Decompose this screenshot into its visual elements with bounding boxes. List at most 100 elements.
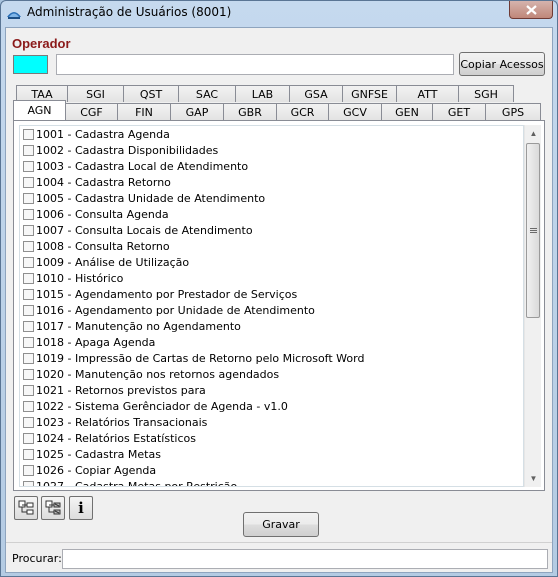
expand-tree-button[interactable] [14,496,38,520]
list-item[interactable]: 1022 - Sistema Gerênciador de Agenda - v… [20,398,523,414]
permission-label: 1004 - Cadastra Retorno [36,175,171,189]
tab-agn[interactable]: AGN [13,100,66,120]
tab-panel: 1001 - Cadastra Agenda 1002 - Cadastra Di… [13,120,545,491]
permission-checkbox[interactable] [23,256,34,268]
app-icon [6,5,22,21]
permission-checkbox[interactable] [23,448,34,460]
tab-gps[interactable]: GPS [485,103,541,120]
permission-checkbox[interactable] [23,416,34,428]
permission-checkbox[interactable] [23,288,34,300]
permission-label: 1009 - Análise de Utilização [36,255,190,269]
tab-fin[interactable]: FIN [117,103,171,120]
close-button[interactable] [509,1,553,19]
list-item[interactable]: 1009 - Análise de Utilização [20,254,523,270]
tab-att[interactable]: ATT [396,85,459,102]
tab-sgi[interactable]: SGI [67,85,124,102]
vertical-scrollbar[interactable]: ▲ ▼ [524,125,541,487]
permission-checkbox[interactable] [23,304,34,316]
tab-gbr[interactable]: GBR [223,103,277,120]
scroll-up-icon[interactable]: ▲ [525,125,542,142]
permission-label: 1015 - Agendamento por Prestador de Serv… [36,287,298,301]
list-item[interactable]: 1024 - Relatórios Estatísticos [20,430,523,446]
list-item[interactable]: 1023 - Relatórios Transacionais [20,414,523,430]
permission-label: 1007 - Consulta Locais de Atendimento [36,223,253,237]
expand-tree-icon [18,500,34,515]
operator-input[interactable] [56,54,454,75]
permission-checkbox[interactable] [23,240,34,252]
permission-label: 1001 - Cadastra Agenda [36,127,170,141]
list-item[interactable]: 1004 - Cadastra Retorno [20,174,523,190]
permission-label: 1016 - Agendamento por Unidade de Atendi… [36,303,315,317]
permission-checkbox[interactable] [23,464,34,476]
permission-label: 1017 - Manutenção no Agendamento [36,319,241,333]
list-item[interactable]: 1016 - Agendamento por Unidade de Atendi… [20,302,523,318]
permission-checkbox[interactable] [23,368,34,380]
scroll-thumb[interactable] [526,143,540,318]
tab-sac[interactable]: SAC [178,85,236,102]
permissions-list[interactable]: 1001 - Cadastra Agenda 1002 - Cadastra Di… [19,125,524,487]
permission-checkbox[interactable] [23,352,34,364]
permission-checkbox[interactable] [23,400,34,412]
info-button[interactable]: i [69,496,93,520]
permission-checkbox[interactable] [23,384,34,396]
permission-label: 1019 - Impressão de Cartas de Retorno pe… [36,351,365,365]
list-item[interactable]: 1018 - Apaga Agenda [20,334,523,350]
window-title: Administração de Usuários (8001) [27,5,232,19]
tab-gap[interactable]: GAP [170,103,224,120]
title-bar[interactable]: Administração de Usuários (8001) [1,1,557,25]
permission-label: 1005 - Cadastra Unidade de Atendimento [36,191,266,205]
copy-access-button[interactable]: Copiar Acessos [459,52,545,76]
list-item[interactable]: 1001 - Cadastra Agenda [20,126,523,142]
collapse-tree-icon [45,500,61,515]
list-item[interactable]: 1006 - Consulta Agenda [20,206,523,222]
list-item[interactable]: 1002 - Cadastra Disponibilidades [20,142,523,158]
permission-label: 1008 - Consulta Retorno [36,239,170,253]
list-item[interactable]: 1017 - Manutenção no Agendamento [20,318,523,334]
permission-label: 1026 - Copiar Agenda [36,463,157,477]
list-item[interactable]: 1015 - Agendamento por Prestador de Serv… [20,286,523,302]
permission-checkbox[interactable] [23,128,34,140]
close-icon [526,5,537,15]
tab-qst[interactable]: QST [123,85,179,102]
permission-checkbox[interactable] [23,192,34,204]
permission-label: 1010 - Histórico [36,271,124,285]
collapse-tree-button[interactable] [41,496,65,520]
permission-checkbox[interactable] [23,336,34,348]
permission-checkbox[interactable] [23,480,34,486]
list-item[interactable]: 1010 - Histórico [20,270,523,286]
list-item[interactable]: 1005 - Cadastra Unidade de Atendimento [20,190,523,206]
grip-icon [530,228,537,233]
permission-checkbox[interactable] [23,208,34,220]
tab-gnfse[interactable]: GNFSE [342,85,397,102]
permission-checkbox[interactable] [23,176,34,188]
list-item[interactable]: 1008 - Consulta Retorno [20,238,523,254]
permission-checkbox[interactable] [23,224,34,236]
tab-cgf[interactable]: CGF [65,103,118,120]
permission-checkbox[interactable] [23,160,34,172]
app-window: Administração de Usuários (8001) Operado… [0,0,558,577]
permission-checkbox[interactable] [23,432,34,444]
tab-gcv[interactable]: GCV [328,103,382,120]
list-item[interactable]: 1003 - Cadastra Local de Atendimento [20,158,523,174]
permission-label: 1023 - Relatórios Transacionais [36,415,208,429]
tab-gsa[interactable]: GSA [289,85,343,102]
list-item[interactable]: 1026 - Copiar Agenda [20,462,523,478]
permission-checkbox[interactable] [23,272,34,284]
tab-get[interactable]: GET [432,103,486,120]
list-item[interactable]: 1007 - Consulta Locais de Atendimento [20,222,523,238]
list-item[interactable]: 1027 - Cadastra Metas por Restrição [20,478,523,486]
operator-color-swatch[interactable] [13,55,48,74]
tab-gen[interactable]: GEN [381,103,433,120]
save-button[interactable]: Gravar [243,512,319,537]
tab-gcr[interactable]: GCR [276,103,329,120]
tab-lab[interactable]: LAB [235,85,290,102]
list-item[interactable]: 1021 - Retornos previstos para [20,382,523,398]
list-item[interactable]: 1025 - Cadastra Metas [20,446,523,462]
tab-sgh[interactable]: SGH [458,85,514,102]
search-input[interactable] [62,549,548,569]
list-item[interactable]: 1019 - Impressão de Cartas de Retorno pe… [20,350,523,366]
permission-checkbox[interactable] [23,144,34,156]
scroll-down-icon[interactable]: ▼ [525,470,542,487]
permission-checkbox[interactable] [23,320,34,332]
list-item[interactable]: 1020 - Manutenção nos retornos agendados [20,366,523,382]
